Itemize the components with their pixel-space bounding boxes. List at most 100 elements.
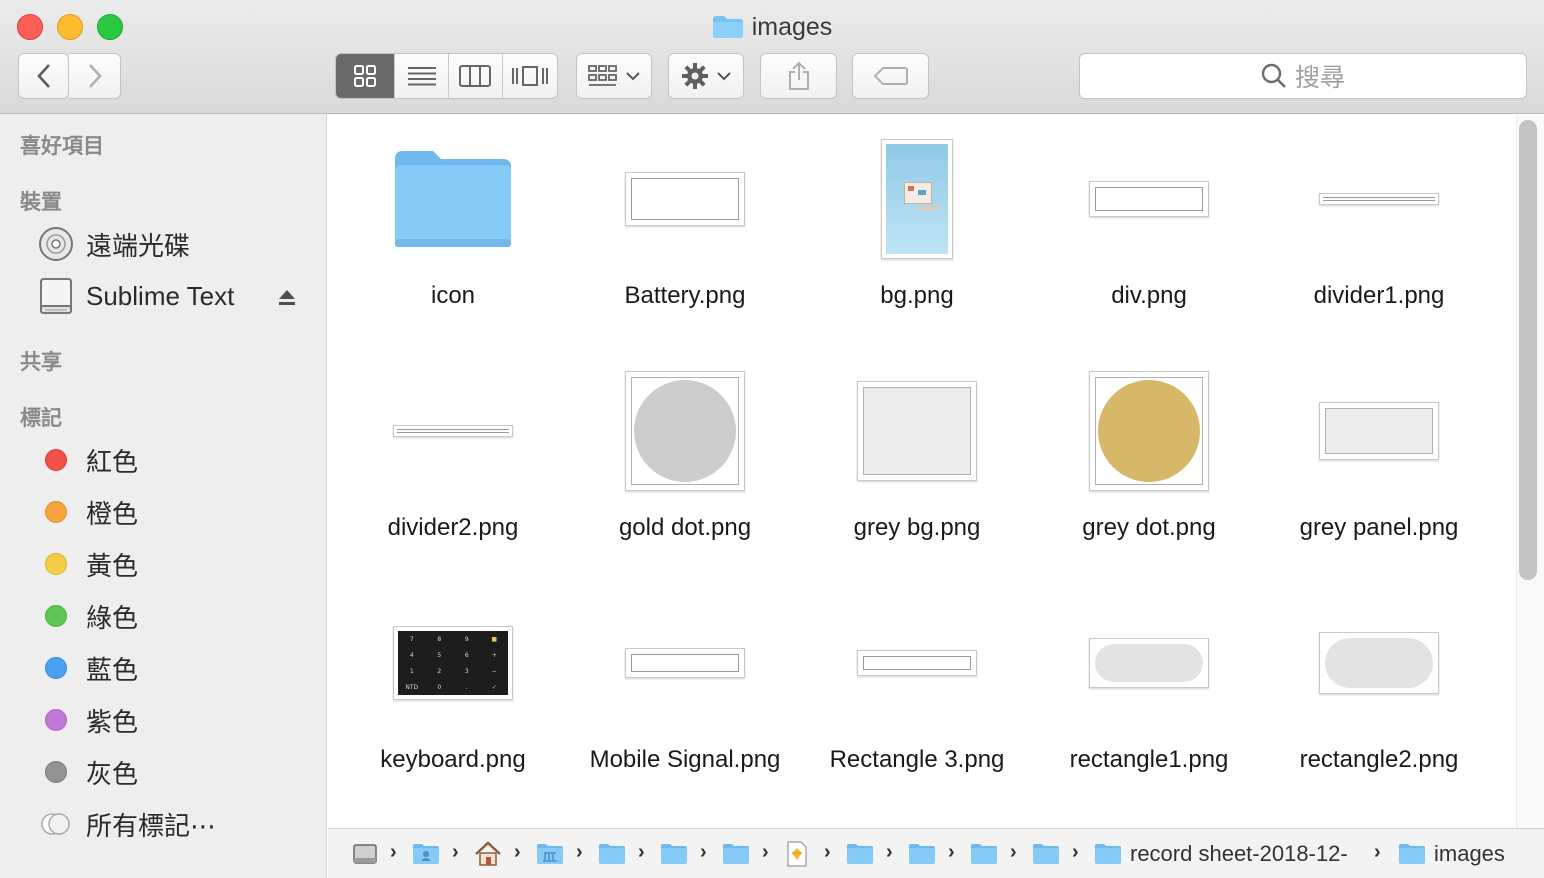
image-thumbnail xyxy=(1034,124,1264,274)
file-item[interactable]: icon xyxy=(338,124,568,334)
home-icon[interactable] xyxy=(474,841,502,867)
image-thumbnail xyxy=(570,356,800,506)
share-button[interactable] xyxy=(760,53,837,99)
edit-tags-button[interactable] xyxy=(852,53,929,99)
file-item[interactable]: gold dot.png xyxy=(570,356,800,566)
sidebar-item-remote-disc[interactable]: 遠端光碟 xyxy=(38,224,190,264)
sidebar-tag-red[interactable]: 紅色 xyxy=(38,440,138,480)
sidebar-item-label: 遠端光碟 xyxy=(86,230,191,261)
keyboard-key: 4 xyxy=(409,651,414,659)
folder-icon[interactable] xyxy=(846,841,874,867)
user-folder-icon[interactable] xyxy=(412,841,440,867)
file-item[interactable]: Mobile Signal.png xyxy=(570,588,800,798)
window-title-text: images xyxy=(751,13,833,41)
keyboard-key: 7 xyxy=(409,635,414,643)
file-name: gold dot.png xyxy=(618,514,752,541)
window-title: images xyxy=(0,10,1544,44)
file-item[interactable]: divider2.png xyxy=(338,356,568,566)
keyboard-preview: 7 8 9 ■ 4 5 6 +1 2 3 − NTD 0. ✓ xyxy=(398,631,508,695)
all-tags-icon xyxy=(38,812,74,836)
image-thumbnail xyxy=(802,588,1032,738)
image-thumbnail xyxy=(1034,588,1264,738)
keyboard-key: 9 xyxy=(464,635,469,643)
folder-icon[interactable] xyxy=(722,841,750,867)
search-field[interactable]: 搜尋 xyxy=(1079,53,1527,99)
folder-icon[interactable] xyxy=(970,841,998,867)
file-name: icon xyxy=(430,282,476,309)
forward-button[interactable] xyxy=(69,53,121,99)
sidebar-tag-purple[interactable]: 紫色 xyxy=(38,700,138,740)
file-name: divider2.png xyxy=(387,514,519,541)
path-item-label: images xyxy=(1434,841,1505,866)
file-name: rectangle1.png xyxy=(1069,746,1229,773)
sidebar-all-tags[interactable]: 所有標記⋯ xyxy=(38,804,216,844)
image-thumbnail xyxy=(570,124,800,274)
sidebar-item-label: 紫色 xyxy=(86,706,139,737)
folder-icon xyxy=(1399,844,1425,864)
file-item[interactable]: grey panel.png xyxy=(1264,356,1494,566)
scrollbar-thumb[interactable] xyxy=(1519,120,1537,580)
yellow-tag-dot-icon xyxy=(45,553,67,575)
keyboard-key: − xyxy=(491,667,497,675)
hard-drive-icon[interactable] xyxy=(352,841,378,867)
folder-icon xyxy=(338,124,568,274)
back-button[interactable] xyxy=(18,53,69,99)
file-name: bg.png xyxy=(880,282,954,309)
file-name: grey panel.png xyxy=(1299,514,1459,541)
file-item[interactable]: grey dot.png xyxy=(1034,356,1264,566)
file-browser-area[interactable]: icon Battery.png bg.png div.png divider1… xyxy=(328,114,1516,828)
image-thumbnail: 7 8 9 ■ 4 5 6 +1 2 3 − NTD 0. ✓ xyxy=(338,588,568,738)
share-icon xyxy=(788,61,809,90)
columns-icon xyxy=(459,65,492,87)
file-item[interactable]: rectangle2.png xyxy=(1264,588,1494,798)
path-item-label: record sheet-2018-12- xyxy=(1130,841,1348,866)
sidebar-item-label: 紅色 xyxy=(86,446,139,477)
arrange-button[interactable] xyxy=(576,53,652,99)
library-folder-icon[interactable] xyxy=(536,841,564,867)
folder-icon[interactable] xyxy=(660,841,688,867)
action-button[interactable] xyxy=(668,53,744,99)
file-name: Battery.png xyxy=(624,282,746,309)
file-item[interactable]: Battery.png xyxy=(570,124,800,334)
sidebar-tag-yellow[interactable]: 黃色 xyxy=(38,544,138,584)
image-thumbnail xyxy=(1264,124,1494,274)
file-item[interactable]: Rectangle 3.png xyxy=(802,588,1032,798)
file-name: divider1.png xyxy=(1313,282,1445,309)
view-mode-control xyxy=(335,53,558,99)
image-thumbnail xyxy=(1264,356,1494,506)
sketch-file-icon[interactable] xyxy=(786,841,808,867)
sidebar-tag-green[interactable]: 綠色 xyxy=(38,596,138,636)
search-placeholder: 搜尋 xyxy=(1294,64,1345,92)
file-item[interactable]: rectangle1.png xyxy=(1034,588,1264,798)
sidebar-tag-gray[interactable]: 灰色 xyxy=(38,752,138,792)
image-thumbnail xyxy=(802,356,1032,506)
column-view-button[interactable] xyxy=(447,54,502,98)
icon-view-button[interactable] xyxy=(336,54,395,98)
path-item-record-sheet[interactable]: record sheet-2018-12- xyxy=(1094,841,1360,867)
image-thumbnail xyxy=(338,356,568,506)
file-item[interactable]: divider1.png xyxy=(1264,124,1494,334)
keyboard-key: NTD xyxy=(405,683,419,691)
folder-icon[interactable] xyxy=(908,841,936,867)
file-item[interactable]: div.png xyxy=(1034,124,1264,334)
sidebar: 喜好項目 裝置 遠端光碟 Sublime Text 共享 標記 紅色 橙色 黃色… xyxy=(0,114,327,878)
keyboard-key: 6 xyxy=(464,651,469,659)
folder-icon[interactable] xyxy=(1032,841,1060,867)
file-name: Mobile Signal.png xyxy=(589,746,781,773)
sidebar-item-label: 黃色 xyxy=(86,550,139,581)
sidebar-tag-blue[interactable]: 藍色 xyxy=(38,648,138,688)
sidebar-item-sublime-text[interactable]: Sublime Text xyxy=(38,276,313,316)
file-item[interactable]: grey bg.png xyxy=(802,356,1032,566)
path-bar: › › › › › › › › › › › › record sheet-201… xyxy=(328,828,1544,878)
path-item-images[interactable]: images xyxy=(1398,841,1505,867)
folder-icon xyxy=(1095,844,1121,864)
folder-icon[interactable] xyxy=(598,841,626,867)
sidebar-item-label: Sublime Text xyxy=(86,280,235,311)
file-item[interactable]: bg.png xyxy=(802,124,1032,334)
list-view-button[interactable] xyxy=(394,54,448,98)
cover-flow-view-button[interactable] xyxy=(501,54,558,98)
sidebar-tag-orange[interactable]: 橙色 xyxy=(38,492,138,532)
eject-icon[interactable] xyxy=(277,284,297,315)
sidebar-item-label: 綠色 xyxy=(86,602,139,633)
file-item[interactable]: 7 8 9 ■ 4 5 6 +1 2 3 − NTD 0. ✓ keyboard.png xyxy=(338,588,568,798)
